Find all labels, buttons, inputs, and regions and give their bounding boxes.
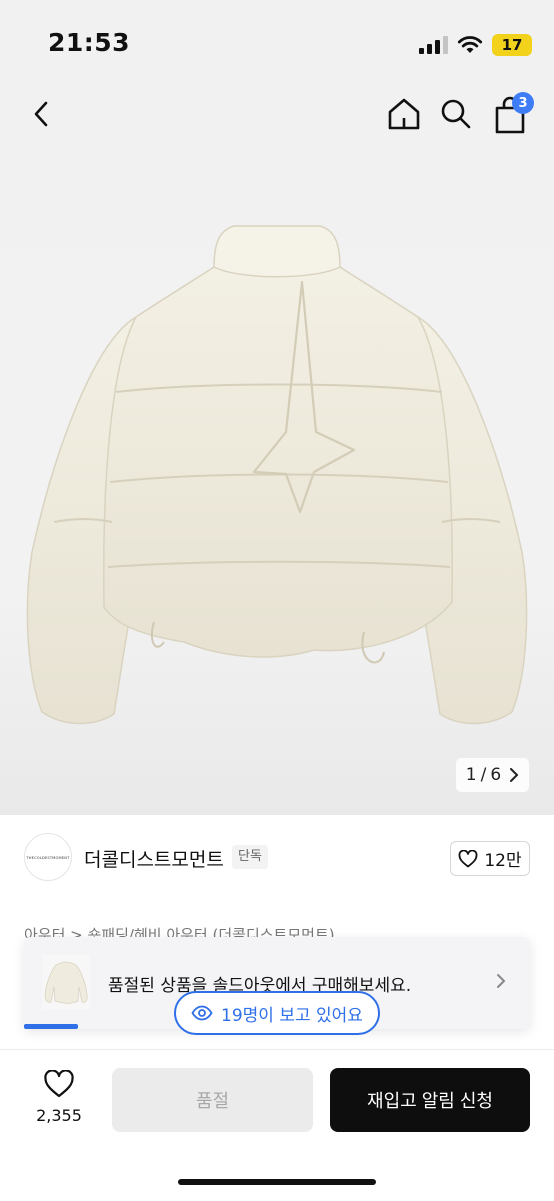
home-indicator <box>178 1179 376 1185</box>
viewers-count-pill: 19명이 보고 있어요 <box>174 991 380 1035</box>
battery-indicator: 17 <box>492 34 532 56</box>
chevron-right-icon <box>510 768 519 782</box>
brand-like-button[interactable]: 12만 <box>450 841 530 876</box>
heart-icon <box>44 1069 74 1098</box>
gallery-total: 6 <box>490 765 502 785</box>
brand-logo-text: THECOLDESTMOMENT <box>26 854 70 860</box>
search-button[interactable] <box>438 96 474 132</box>
back-button[interactable] <box>24 96 60 132</box>
brand-like-count: 12만 <box>484 851 522 871</box>
wish-count: 2,355 <box>36 1106 82 1125</box>
product-image <box>26 225 528 725</box>
home-icon <box>388 98 420 130</box>
status-icons: 17 <box>419 32 532 58</box>
gallery-separator: / <box>480 765 487 785</box>
product-image-gallery[interactable]: 3 1 / 6 <box>0 82 554 815</box>
viewers-text: 19명이 보고 있어요 <box>221 1005 363 1026</box>
tab-underline <box>24 1024 78 1029</box>
back-arrow-icon <box>34 101 48 127</box>
status-bar: 21:53 17 <box>0 0 554 82</box>
gallery-current: 1 <box>465 765 477 785</box>
search-icon <box>441 99 471 129</box>
brand-row: THECOLDESTMOMENT 더콜디스트모먼트 단독 12만 <box>0 815 554 905</box>
brand-logo[interactable]: THECOLDESTMOMENT <box>24 833 72 881</box>
cart-count-badge: 3 <box>512 92 534 114</box>
cart-button[interactable]: 3 <box>490 92 534 136</box>
wifi-icon <box>457 36 483 53</box>
cellular-signal-icon <box>419 36 448 54</box>
home-button[interactable] <box>384 94 424 134</box>
banner-product-thumbnail <box>42 955 90 1009</box>
restock-alert-button[interactable]: 재입고 알림 신청 <box>330 1068 530 1132</box>
status-time: 21:53 <box>48 28 131 57</box>
gallery-pager[interactable]: 1 / 6 <box>456 758 529 792</box>
eye-icon <box>191 1005 213 1021</box>
chevron-right-icon <box>497 974 506 988</box>
brand-name[interactable]: 더콜디스트모먼트 <box>84 845 224 872</box>
wish-button[interactable]: 2,355 <box>28 1069 90 1125</box>
heart-icon <box>458 849 478 867</box>
soldout-button[interactable]: 품절 <box>112 1068 313 1132</box>
exclusive-tag: 단독 <box>232 845 268 869</box>
